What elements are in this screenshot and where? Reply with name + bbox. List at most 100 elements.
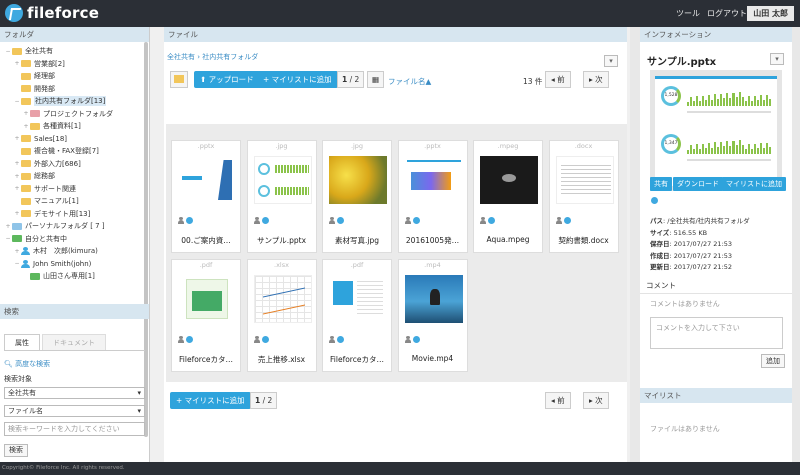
expand-icon[interactable]: +: [4, 223, 12, 230]
center-scroll-gutter[interactable]: [630, 27, 640, 462]
file-card[interactable]: .pptx 20161005発…: [397, 140, 468, 253]
tab-attribute[interactable]: 属性: [4, 334, 40, 350]
file-thumbnail[interactable]: [253, 275, 312, 323]
folder-up-button[interactable]: [170, 71, 188, 88]
file-thumbnail[interactable]: [329, 156, 387, 204]
view-toggle-button[interactable]: ▦: [367, 71, 385, 88]
expand-icon[interactable]: +: [22, 123, 30, 130]
expand-icon[interactable]: +: [13, 60, 21, 67]
folder-tree-item[interactable]: − John Smith(john): [0, 258, 149, 271]
upload-button[interactable]: ⬆ アップロード: [194, 71, 260, 88]
folder-tree-item[interactable]: + 営業部[2]: [0, 58, 149, 71]
comment-input[interactable]: コメントを入力して下さい: [650, 317, 783, 349]
folder-tree-item[interactable]: + Sales[18]: [0, 133, 149, 146]
folder-tree-item[interactable]: 山田さん専用[1]: [0, 270, 149, 283]
search-field-select[interactable]: ファイル名: [4, 405, 145, 417]
folder-icon: [30, 272, 40, 280]
file-card[interactable]: .pptx 00.ご案内資…: [171, 140, 241, 253]
collapse-icon[interactable]: −: [13, 260, 21, 267]
advanced-search-link[interactable]: 🔍︎ 高度な検索: [4, 359, 145, 369]
next-page-button[interactable]: ▸ 次: [583, 71, 609, 88]
user-menu[interactable]: 山田 太郎: [747, 6, 794, 21]
expand-icon[interactable]: +: [13, 210, 21, 217]
folder-panel: フォルダ − 全社共有 + 営業部[2] 経理部 開発部 − 社内共有フォルダ[13] + プロジ…: [0, 27, 150, 462]
folder-tree-item[interactable]: 複合機・FAX登録[7]: [0, 145, 149, 158]
expand-icon[interactable]: +: [13, 135, 21, 142]
share-button[interactable]: 共有: [650, 177, 672, 191]
file-card[interactable]: .pdf Fileforceカタ…: [171, 259, 241, 372]
page-total-bottom: / 2: [262, 396, 273, 405]
expand-icon[interactable]: +: [13, 185, 21, 192]
expand-icon[interactable]: +: [13, 248, 21, 255]
file-thumbnail[interactable]: [329, 275, 387, 323]
folder-tree-item[interactable]: + プロジェクトフォルダ: [0, 108, 149, 121]
folder-panel-title: フォルダ: [0, 27, 149, 42]
fileforce-logo[interactable]: fileforce: [5, 4, 99, 22]
preview-bar: [738, 140, 741, 154]
file-card[interactable]: .mp4 Movie.mp4: [397, 259, 468, 372]
tools-link[interactable]: ツール: [676, 8, 700, 19]
sort-filename-link[interactable]: ファイル名▲: [388, 76, 431, 87]
file-card[interactable]: .mpeg Aqua.mpeg: [473, 140, 543, 253]
collapse-icon[interactable]: −: [13, 98, 21, 105]
tab-document[interactable]: ドキュメント: [42, 334, 106, 350]
expand-icon[interactable]: +: [22, 110, 30, 117]
file-card[interactable]: .jpg 素材写真.jpg: [322, 140, 392, 253]
comment-add-button[interactable]: 追加: [761, 354, 785, 368]
prev-page-button[interactable]: ◂ 前: [545, 71, 571, 88]
folder-tree-item[interactable]: − 社内共有フォルダ[13]: [0, 95, 149, 108]
logout-link[interactable]: ログアウト: [707, 8, 747, 19]
folder-tree-item[interactable]: − 自分と共有中: [0, 233, 149, 246]
folder-tree-label: John Smith(john): [33, 259, 92, 268]
add-mylist-button[interactable]: + マイリストに追加: [257, 71, 338, 88]
search-target-select[interactable]: 全社共有: [4, 387, 145, 399]
collapse-icon[interactable]: −: [4, 235, 12, 242]
folder-tree-item[interactable]: + パーソナルフォルダ [ 7 ]: [0, 220, 149, 233]
folder-tree-item[interactable]: + 木村 次郎(kimura): [0, 245, 149, 258]
info-menu-dropdown[interactable]: ▾: [770, 53, 784, 65]
file-thumbnail[interactable]: [480, 156, 538, 204]
download-button[interactable]: ダウンロード: [673, 177, 723, 191]
search-button[interactable]: 検索: [4, 444, 28, 457]
collapse-icon[interactable]: −: [4, 48, 12, 55]
metadata-key: 更新日: [650, 263, 670, 271]
folder-tree-item[interactable]: 経理部: [0, 70, 149, 83]
file-card[interactable]: .docx 契約書類.docx: [548, 140, 619, 253]
add-mylist-button-bottom[interactable]: + マイリストに追加: [170, 392, 251, 409]
preview-bar: [720, 93, 723, 106]
panel-menu-dropdown[interactable]: ▾: [604, 55, 618, 67]
folder-tree-item[interactable]: 開発部: [0, 83, 149, 96]
file-card[interactable]: .pdf Fileforceカタ…: [322, 259, 392, 372]
folder-tree-item[interactable]: − 全社共有: [0, 45, 149, 58]
breadcrumb[interactable]: 全社共有 › 社内共有フォルダ: [167, 52, 258, 62]
metadata-row: サイズ: 516.55 KB: [650, 228, 750, 240]
next-page-button-bottom[interactable]: ▸ 次: [583, 392, 609, 409]
file-extension: .pdf: [199, 261, 213, 269]
search-keyword-input[interactable]: 検索キーワードを入力してください: [4, 422, 145, 436]
preview-bar: [750, 100, 753, 106]
file-thumbnail[interactable]: [253, 156, 312, 204]
file-preview[interactable]: 1,528 1,347: [650, 70, 782, 191]
shared-icon: [329, 336, 335, 343]
file-card[interactable]: .xlsx 売上推移.xlsx: [246, 259, 317, 372]
folder-tree-item[interactable]: + サポート関連: [0, 183, 149, 196]
folder-tree-item[interactable]: + 各種資料[1]: [0, 120, 149, 133]
prev-page-button-bottom[interactable]: ◂ 前: [545, 392, 571, 409]
folder-tree-item[interactable]: + 外部入力[686]: [0, 158, 149, 171]
folder-icon: [30, 122, 40, 130]
page-scrollbar[interactable]: [792, 27, 800, 462]
expand-icon[interactable]: +: [13, 173, 21, 180]
file-thumbnail[interactable]: [178, 156, 236, 204]
file-card[interactable]: .jpg サンプル.pptx: [246, 140, 317, 253]
file-thumbnail[interactable]: [178, 275, 236, 323]
file-thumbnail[interactable]: [555, 156, 614, 204]
preview-bar: [750, 148, 753, 154]
preview-stat-2: 1,347: [661, 134, 681, 154]
folder-tree-item[interactable]: + デモサイト用[13]: [0, 208, 149, 221]
expand-icon[interactable]: +: [13, 160, 21, 167]
file-thumbnail[interactable]: [404, 275, 463, 323]
file-thumbnail[interactable]: [404, 156, 463, 204]
folder-tree-item[interactable]: + 総務部: [0, 170, 149, 183]
add-mylist-info-button[interactable]: マイリストに追加: [722, 177, 786, 191]
folder-tree-item[interactable]: マニュアル[1]: [0, 195, 149, 208]
